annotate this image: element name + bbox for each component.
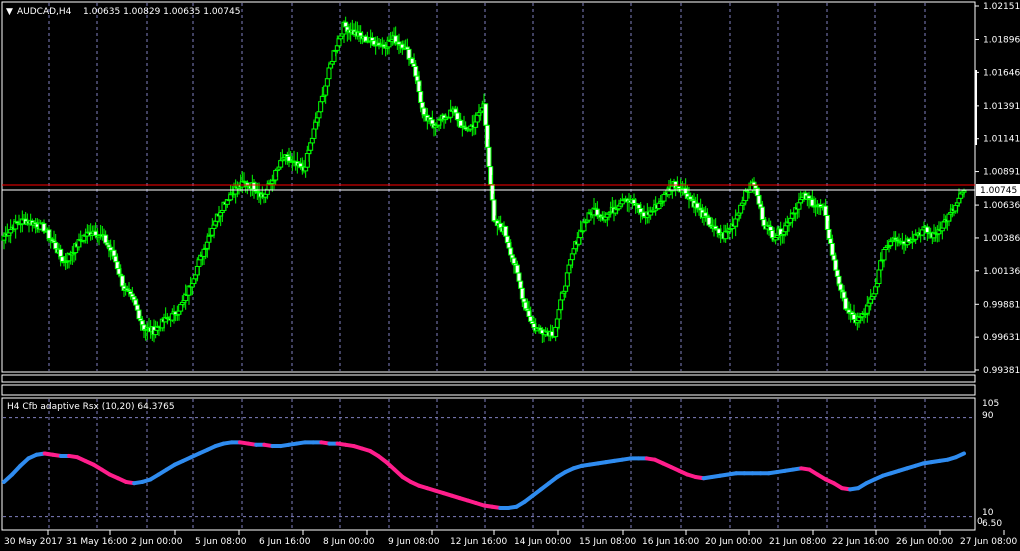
time-tick-label: 26 Jun 00:00 xyxy=(896,537,953,547)
price-panel-frame xyxy=(1,1,976,373)
candle-body-bear xyxy=(429,119,435,125)
rsx-axis-105: 105 xyxy=(982,399,999,409)
vertical-grid xyxy=(48,3,926,529)
time-tick-label: 22 Jun 16:00 xyxy=(832,537,889,547)
rsx-axis-90: 90 xyxy=(982,411,994,421)
time-tick-label: 21 Jun 08:00 xyxy=(769,537,826,547)
price-tick-label: 1.00386 xyxy=(983,234,1020,244)
rsx-axis-6-50: 6.50 xyxy=(982,519,1002,529)
candle-body-bull xyxy=(881,248,887,261)
time-tick-label: 30 May 2017 xyxy=(4,537,63,547)
price-tick-label: 1.01391 xyxy=(983,102,1020,112)
price-tick-label: 1.00636 xyxy=(983,201,1020,211)
time-tick-label: 14 Jun 00:00 xyxy=(514,537,571,547)
candle-body-bull xyxy=(196,259,202,267)
chart-ohlc-values: 1.00635 1.00829 1.00635 1.00745 xyxy=(83,7,240,17)
time-axis: 30 May 2017 31 May 16:00 2 Jun 00:00 5 Jun … xyxy=(4,530,1017,547)
candle-body-bear xyxy=(759,206,765,221)
indicator-levels xyxy=(3,417,974,518)
rsx-axis-0: 0 xyxy=(977,517,983,527)
price-tick-label: 1.01646 xyxy=(983,68,1020,78)
candle-body-bear xyxy=(768,226,774,231)
rsx-axis-10: 10 xyxy=(982,508,994,518)
price-tick-label: 1.01896 xyxy=(983,36,1020,46)
time-tick-label: 12 Jun 16:00 xyxy=(450,537,507,547)
candle-body-bull xyxy=(738,204,744,214)
time-tick-label: 8 Jun 00:00 xyxy=(323,537,375,547)
candle-body-bear xyxy=(843,297,849,310)
current-price-label: 1.00745 xyxy=(980,186,1017,196)
separator-panel-1 xyxy=(1,374,976,383)
time-tick-label: 6 Jun 16:00 xyxy=(259,537,311,547)
candle-body-bear xyxy=(483,103,489,126)
time-tick-label: 15 Jun 08:00 xyxy=(579,537,636,547)
candle-body-bear xyxy=(829,242,835,256)
time-tick-label: 9 Jun 08:00 xyxy=(388,537,440,547)
candle-body-bear xyxy=(134,304,140,311)
price-tick-label: 1.02151 xyxy=(983,2,1020,12)
candle-body-bull xyxy=(661,193,667,202)
time-tick-label: 5 Jun 08:00 xyxy=(195,537,247,547)
price-tick-label: 0.99881 xyxy=(983,300,1020,310)
price-tick-label: 1.00891 xyxy=(983,168,1020,178)
candle-body-bull xyxy=(961,190,967,193)
price-tick-label: 0.99631 xyxy=(983,333,1020,343)
price-tick-label: 1.01141 xyxy=(983,135,1020,145)
time-tick-label: 20 Jun 00:00 xyxy=(705,537,762,547)
separator-panel-2 xyxy=(1,384,976,396)
indicator-title: H4 Cfb adaptive Rsx (10,20) 64.3765 xyxy=(7,402,175,412)
time-tick-label: 27 Jun 08:00 xyxy=(960,537,1017,547)
candle-body-bear xyxy=(516,272,522,282)
arrow-down-icon[interactable]: ▼ xyxy=(6,7,13,17)
time-tick-label: 16 Jun 16:00 xyxy=(642,537,699,547)
candle-body-bull xyxy=(324,78,330,87)
rsx-segment xyxy=(953,451,966,460)
candle-body-bear xyxy=(486,146,492,168)
candle-body-bull xyxy=(319,95,325,103)
time-tick-label: 2 Jun 00:00 xyxy=(131,537,183,547)
chart-symbol-timeframe: AUDCAD,H4 xyxy=(17,7,72,17)
trading-chart[interactable]: 1.02151 1.01896 1.01646 1.01391 1.01141 1.008… xyxy=(0,0,1020,551)
time-tick-label: 31 May 16:00 xyxy=(66,537,128,547)
price-tick-label: 1.00136 xyxy=(983,267,1020,277)
rsx-line xyxy=(2,440,966,510)
price-tick-label: 0.99381 xyxy=(983,366,1020,376)
